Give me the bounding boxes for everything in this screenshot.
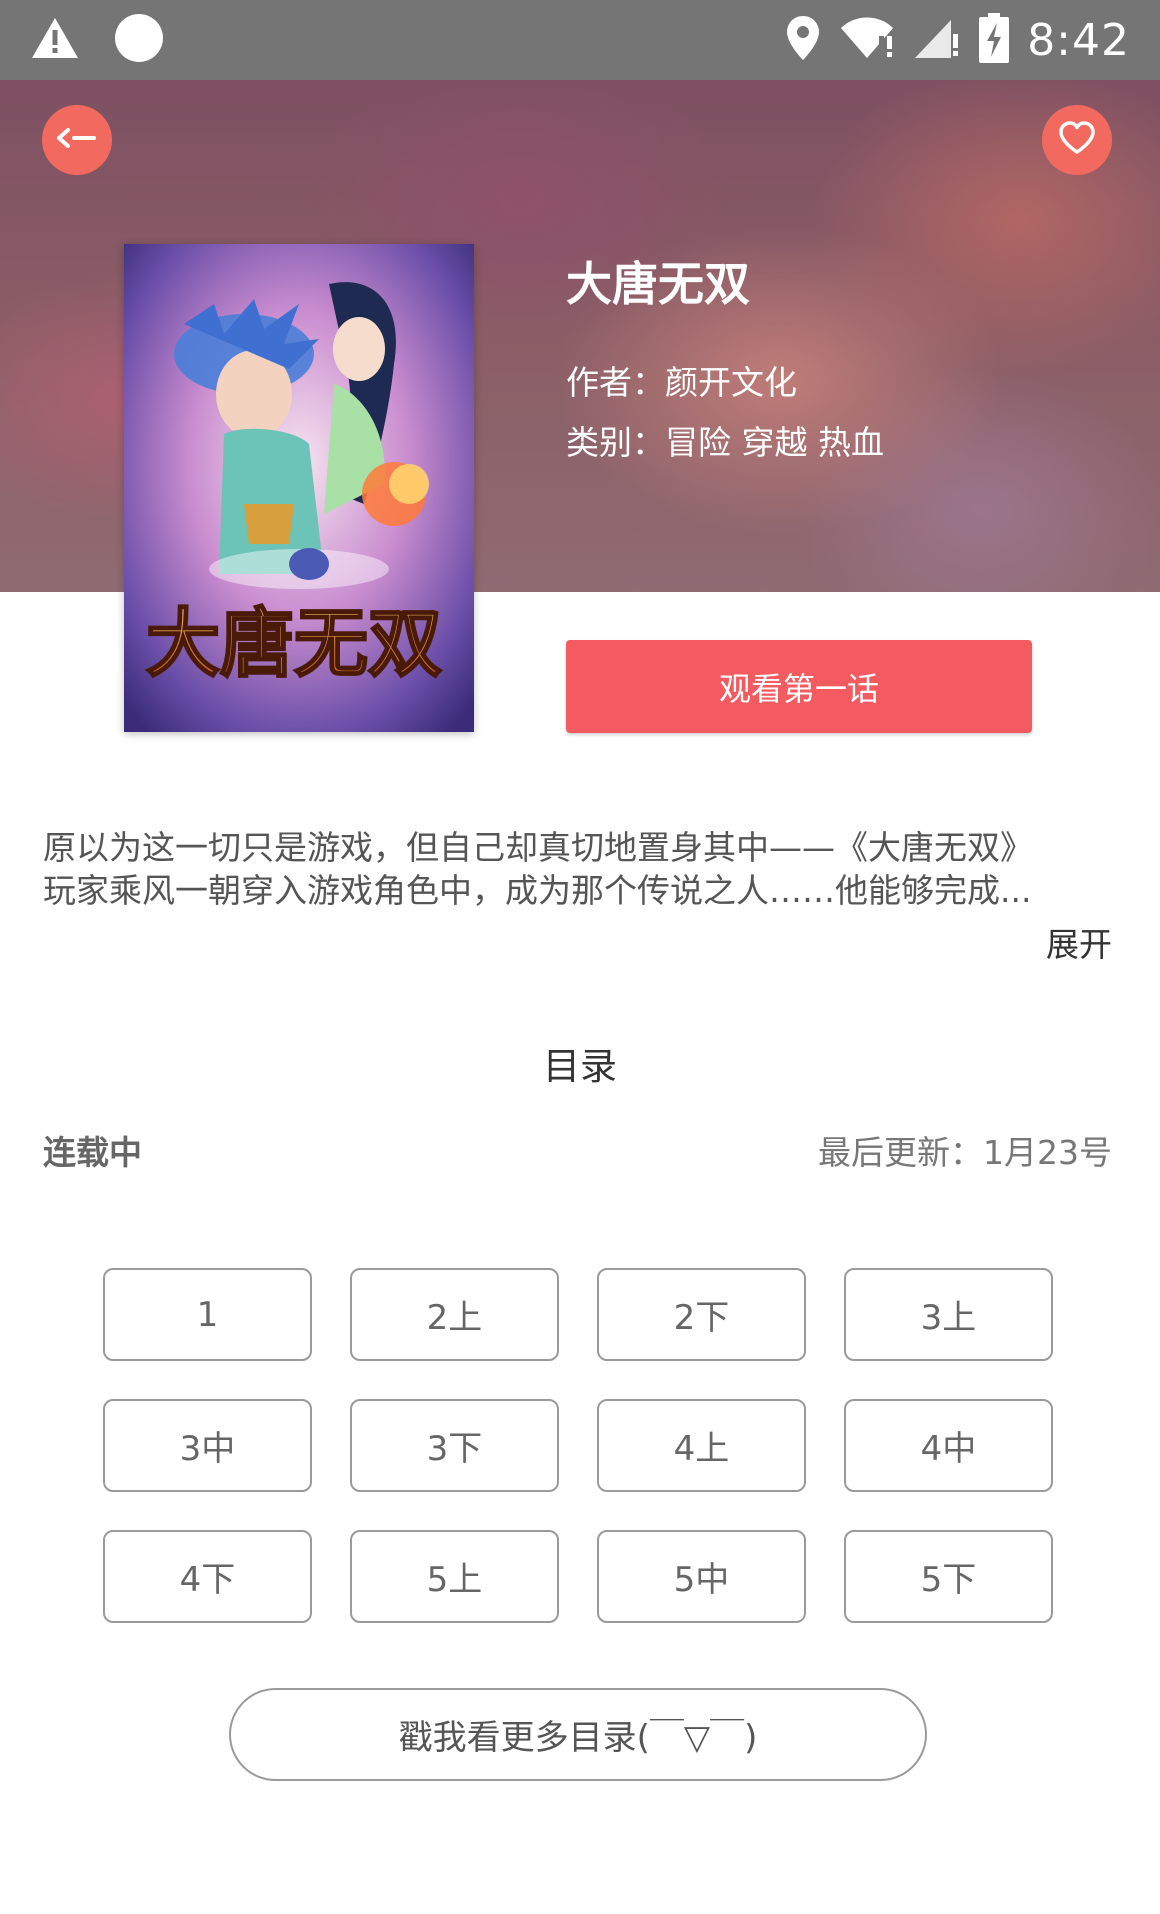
warning-icon [30,16,80,64]
synopsis-line: 原以为这一切只是游戏，但自己却真切地置身其中——《大唐无双》 [43,828,1033,867]
chapter-button[interactable]: 5上 [350,1530,559,1623]
more-chapters-button[interactable]: 戳我看更多目录(￣▽￣) [229,1688,927,1781]
expand-synopsis-link[interactable]: 展开 [1046,918,1112,966]
comic-author: 作者：颜开文化 [566,363,797,402]
comic-title: 大唐无双 [566,257,750,311]
chapter-button[interactable]: 4下 [103,1530,312,1623]
back-arrow-icon [56,127,98,153]
catalog-title: 目录 [543,1045,617,1088]
comic-cover-image[interactable]: 大唐无双 [124,244,474,732]
comic-genre: 类别：冒险 穿越 热血 [566,423,884,462]
status-bar-right: 8:42 [785,13,1130,67]
chapter-button[interactable]: 4上 [597,1399,806,1492]
serial-status: 连载中 [43,1133,142,1172]
battery-icon [979,13,1010,67]
wifi-icon [839,16,895,64]
favorite-button[interactable] [1042,105,1112,175]
signal-icon [913,16,961,64]
status-bar-left [30,13,164,67]
circle-notification-icon [114,13,164,67]
heart-icon [1058,121,1096,159]
watch-first-chapter-button[interactable]: 观看第一话 [566,640,1032,733]
chapter-button[interactable]: 5中 [597,1530,806,1623]
chapter-button[interactable]: 2下 [597,1268,806,1361]
chapter-button[interactable]: 5下 [844,1530,1053,1623]
location-icon [785,14,821,66]
chapter-button[interactable]: 3中 [103,1399,312,1492]
back-button[interactable] [42,105,112,175]
chapter-button[interactable]: 4中 [844,1399,1053,1492]
status-time: 8:42 [1027,14,1130,66]
synopsis: 原以为这一切只是游戏，但自己却真切地置身其中——《大唐无双》 玩家乘风一朝穿入游… [43,826,1123,912]
chapter-button[interactable]: 3下 [350,1399,559,1492]
synopsis-line: 玩家乘风一朝穿入游戏角色中，成为那个传说之人……他能够完成... [43,871,1032,910]
cover-logo-text: 大唐无双 [146,601,442,687]
chapter-button[interactable]: 2上 [350,1268,559,1361]
chapter-button[interactable]: 1 [103,1268,312,1361]
status-bar: 8:42 [0,0,1160,80]
chapter-grid: 1 2上 2下 3上 3中 3下 4上 4中 4下 5上 5中 5下 [103,1268,1053,1623]
last-update-date: 最后更新：1月23号 [818,1133,1112,1172]
chapter-button[interactable]: 3上 [844,1268,1053,1361]
